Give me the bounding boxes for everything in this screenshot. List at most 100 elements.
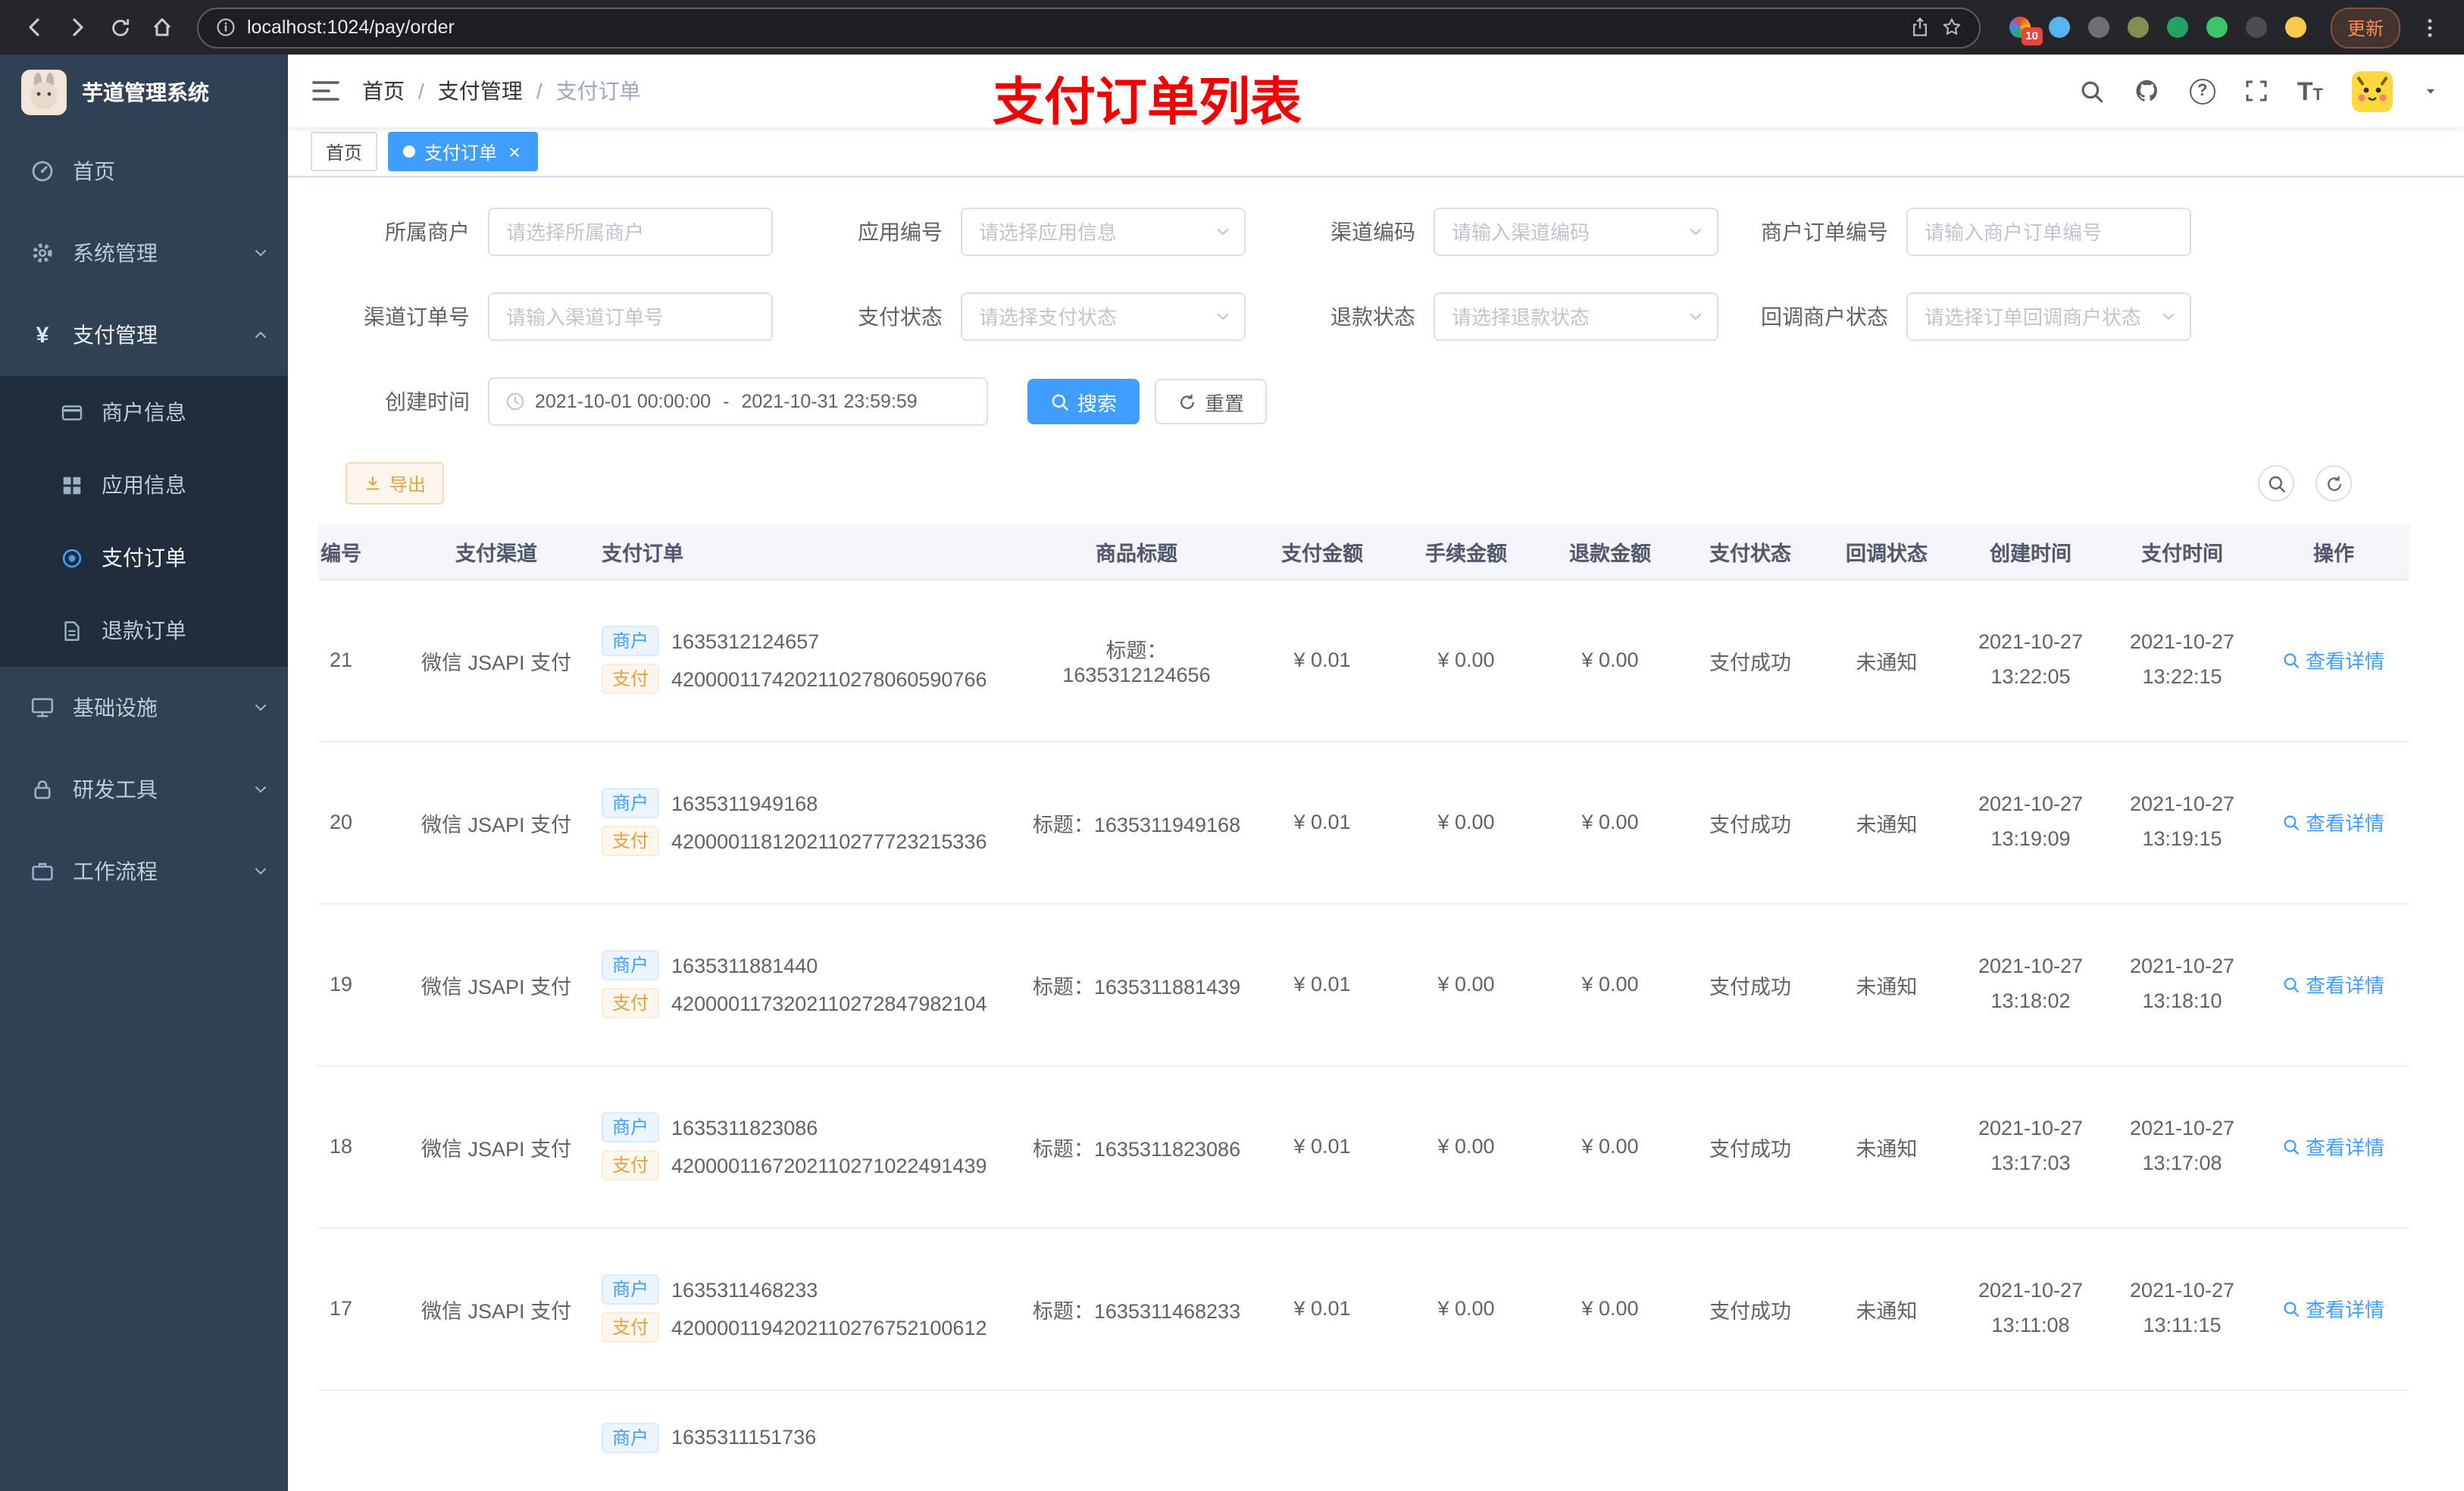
app-no-select[interactable] (961, 208, 1246, 256)
sidebar-item-payment[interactable]: ¥ 支付管理 (0, 294, 288, 376)
view-detail-link[interactable]: 查看详情 (2283, 1294, 2384, 1323)
channel-code-select-field[interactable] (1435, 220, 1717, 243)
reload-icon[interactable] (100, 8, 139, 47)
refund-status-select-field[interactable] (1435, 305, 1717, 328)
channel-order-no-input-field[interactable] (489, 305, 771, 328)
bookmark-star-icon[interactable] (1941, 17, 1962, 38)
share-icon[interactable] (1909, 17, 1931, 38)
sidebar-item-merchant-info[interactable]: 商户信息 (0, 376, 288, 449)
sidebar-item-refund-order[interactable]: 退款订单 (0, 594, 288, 667)
cell-amount: ¥ 0.01 (1250, 903, 1394, 1066)
breadcrumb-payment[interactable]: 支付管理 (438, 76, 523, 106)
filter-label: 退款状态 (1330, 305, 1415, 329)
help-icon[interactable]: ? (2189, 78, 2215, 104)
toggle-search-button[interactable] (2258, 465, 2294, 502)
merchant-input[interactable] (488, 208, 773, 256)
date-range-picker[interactable]: 2021-10-01 00:00:00 - 2021-10-31 23:59:5… (488, 377, 988, 426)
sidebar-item-infra[interactable]: 基础设施 (0, 667, 288, 749)
sidebar-item-pay-order[interactable]: 支付订单 (0, 521, 288, 594)
cell-fee: ¥ 0.00 (1394, 579, 1538, 742)
cell-pay-time: 2021-10-27 13:11:15 (2106, 1227, 2258, 1390)
extension-icon[interactable] (2127, 16, 2150, 39)
cell-status: 支付成功 (1682, 579, 1818, 742)
extension-icon[interactable] (2166, 16, 2190, 39)
merchant-order-no-input[interactable] (1906, 208, 2191, 256)
view-detail-link[interactable]: 查看详情 (2283, 645, 2384, 674)
close-icon[interactable] (506, 143, 523, 160)
table-header-row: 编号 支付渠道 支付订单 商品标题 支付金额 手续金额 退款金额 支付状态 回调… (318, 524, 2409, 580)
breadcrumb-home[interactable]: 首页 (362, 76, 405, 106)
github-icon[interactable] (2134, 77, 2161, 105)
filter-label: 渠道订单号 (364, 305, 470, 329)
fullscreen-icon[interactable] (2244, 79, 2269, 103)
col-id: 编号 (318, 524, 409, 580)
extension-icon[interactable] (2087, 16, 2111, 39)
sidebar-item-system[interactable]: 系统管理 (0, 212, 288, 294)
cell-notify: 未通知 (1818, 579, 1955, 742)
extension-icon[interactable] (2245, 16, 2269, 39)
tab-home[interactable]: 首页 (311, 132, 378, 171)
site-info-icon[interactable] (215, 17, 236, 38)
cell-pay-order: 商户 1635311823086 支付 42000011672021102710… (583, 1065, 1023, 1228)
cell-title: 标题：1635311823086 (1023, 1065, 1250, 1228)
reset-button[interactable]: 重置 (1155, 379, 1268, 424)
merchant-order-no: 1635311949168 (671, 792, 818, 814)
app-logo[interactable]: 芋道管理系统 (0, 55, 288, 130)
profile-avatar-icon[interactable] (2284, 16, 2308, 39)
breadcrumb: 首页 / 支付管理 / 支付订单 (362, 76, 641, 106)
view-detail-link[interactable]: 查看详情 (2283, 970, 2384, 999)
pay-status-select[interactable] (961, 292, 1246, 341)
merchant-order-no-input-field[interactable] (1908, 220, 2190, 243)
cell-id: 20 (318, 741, 409, 904)
merchant-input-field[interactable] (489, 220, 771, 243)
extension-icon[interactable] (2048, 16, 2072, 39)
table-row: 18 微信 JSAPI 支付 商户 1635311823086 支付 42000… (318, 1065, 2409, 1228)
cell-action: 查看详情 (2258, 903, 2409, 1066)
home-icon[interactable] (142, 8, 182, 47)
channel-code-select[interactable] (1434, 208, 1718, 256)
address-bar[interactable]: localhost:1024/pay/order (197, 7, 1981, 48)
cell-channel: 微信 JSAPI 支付 (409, 1227, 583, 1390)
sidebar-item-app-info[interactable]: 应用信息 (0, 449, 288, 521)
browser-menu-icon[interactable] (2409, 8, 2449, 47)
sidebar-item-label: 退款订单 (102, 618, 186, 642)
sidebar-item-home[interactable]: 首页 (0, 130, 288, 212)
sidebar-item-workflow[interactable]: 工作流程 (0, 830, 288, 912)
browser-update-button[interactable]: 更新 (2330, 7, 2400, 48)
merchant-order-line: 商户 1635311823086 (602, 1112, 1014, 1142)
extension-icon[interactable]: 10 (2009, 16, 2043, 45)
notify-status-select[interactable] (1906, 292, 2191, 341)
refresh-icon (1177, 392, 1197, 411)
main-area: 首页 / 支付管理 / 支付订单 ? TT 首页 支付订单 所属商户 请选择所属… (288, 55, 2464, 1491)
filter-merchant-order-no: 商户订单编号 (1737, 208, 2191, 256)
channel-order-no-input[interactable] (488, 292, 773, 341)
pay-order-line: 支付 4200001167202110271022491439 (602, 1150, 1014, 1180)
sidebar-item-label: 工作流程 (73, 859, 158, 883)
pay-order-no: 4200001174202110278060590766 (671, 667, 987, 690)
cell-pay-order: 商户 1635311151736 (583, 1389, 1023, 1491)
app-no-select-field[interactable] (962, 220, 1244, 243)
hamburger-icon[interactable] (312, 79, 339, 103)
view-detail-link[interactable]: 查看详情 (2283, 808, 2384, 836)
font-size-icon[interactable]: TT (2297, 78, 2323, 104)
notify-status-select-field[interactable] (1908, 305, 2190, 328)
pay-tag: 支付 (602, 1312, 660, 1343)
cell-create-time: 2021-10-27 13:17:03 (1955, 1065, 2106, 1228)
back-icon[interactable] (15, 8, 55, 47)
refresh-table-button[interactable] (2315, 465, 2352, 502)
forward-icon[interactable] (58, 8, 97, 47)
cell-amount: ¥ 0.01 (1250, 1227, 1394, 1390)
extension-icon[interactable] (2206, 16, 2229, 39)
user-avatar[interactable] (2352, 70, 2393, 111)
tab-pay-order[interactable]: 支付订单 (388, 132, 539, 171)
export-button[interactable]: 导出 (346, 462, 445, 505)
pay-status-select-field[interactable] (962, 305, 1244, 328)
sidebar-item-devtools[interactable]: 研发工具 (0, 749, 288, 830)
refund-status-select[interactable] (1434, 292, 1718, 341)
search-icon[interactable] (2079, 78, 2105, 104)
caret-down-icon[interactable] (2422, 82, 2440, 100)
view-detail-link[interactable]: 查看详情 (2283, 1132, 2384, 1161)
orders-table: 编号 支付渠道 支付订单 商品标题 支付金额 手续金额 退款金额 支付状态 回调… (318, 524, 2434, 1491)
col-refund: 退款金额 (1538, 524, 1682, 580)
search-button[interactable]: 搜索 (1027, 379, 1140, 424)
